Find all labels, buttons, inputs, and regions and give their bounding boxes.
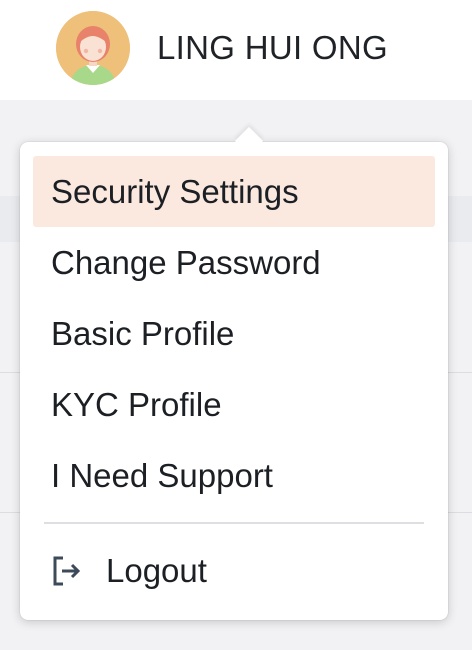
logout-icon: [50, 554, 84, 588]
menu-divider: [44, 522, 424, 524]
menu-item-label: I Need Support: [51, 456, 273, 494]
menu-item-basic-profile[interactable]: Basic Profile: [33, 298, 435, 369]
menu-item-label: KYC Profile: [51, 385, 222, 423]
menu-item-security-settings[interactable]: Security Settings: [33, 156, 435, 227]
menu-item-label: Basic Profile: [51, 314, 235, 352]
avatar[interactable]: [56, 11, 130, 85]
user-menu-trigger[interactable]: LING HUI ONG: [56, 11, 388, 85]
menu-item-label: Change Password: [51, 243, 321, 281]
user-name[interactable]: LING HUI ONG: [157, 29, 388, 67]
menu-item-label: Security Settings: [51, 172, 299, 210]
logout-label: Logout: [106, 552, 207, 589]
avatar-person-icon: [56, 11, 130, 85]
logout-button[interactable]: Logout: [50, 538, 207, 604]
top-header: LING HUI ONG: [0, 0, 472, 100]
menu-item-kyc-profile[interactable]: KYC Profile: [33, 369, 435, 440]
menu-item-need-support[interactable]: I Need Support: [33, 440, 435, 511]
user-dropdown-menu: Security Settings Change Password Basic …: [20, 126, 448, 620]
menu-item-change-password[interactable]: Change Password: [33, 227, 435, 298]
dropdown-menu-list: Security Settings Change Password Basic …: [33, 156, 435, 511]
